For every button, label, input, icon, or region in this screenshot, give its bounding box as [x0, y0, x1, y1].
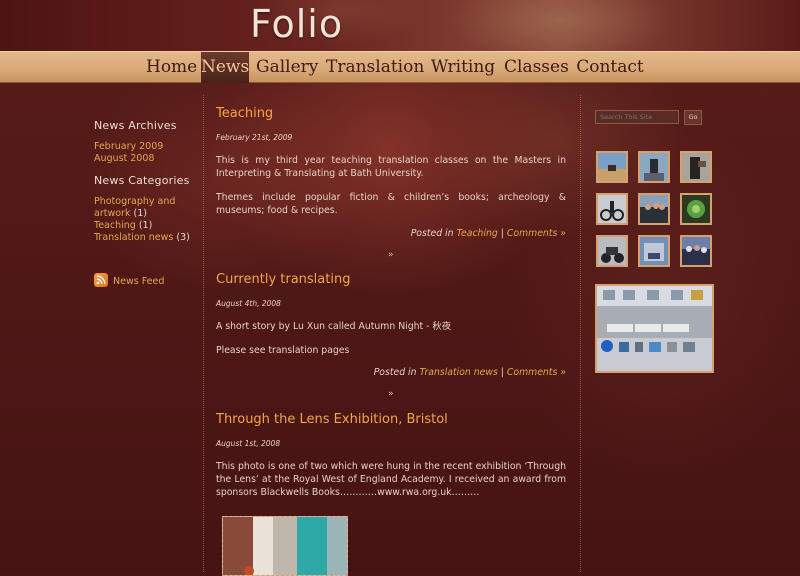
gallery-thumb[interactable] — [596, 235, 628, 267]
nav-home[interactable]: Home — [146, 52, 197, 83]
post-date: February 21st, 2009 — [216, 133, 293, 142]
nav-contact[interactable]: Contact — [572, 52, 648, 83]
nav-gallery[interactable]: Gallery — [256, 52, 318, 83]
posted-in-label: Posted in — [410, 228, 454, 239]
post-meta: Posted in Translation news | Comments » — [374, 367, 566, 378]
category-link-teaching[interactable]: Teaching — [94, 220, 136, 231]
gallery-thumb[interactable] — [680, 235, 712, 267]
post-date: August 1st, 2008 — [216, 439, 281, 448]
gallery-thumb[interactable] — [680, 193, 712, 225]
post-paragraph: A short story by Lu Xun called Autumn Ni… — [216, 321, 452, 332]
category-photography-line2[interactable]: artwork (1) — [94, 208, 147, 219]
nav-translation[interactable]: Translation — [326, 52, 424, 83]
categories-heading: News Categories — [94, 174, 190, 187]
search-go-button[interactable]: Go — [684, 110, 702, 125]
gallery-thumb[interactable] — [596, 193, 628, 225]
rss-feed-icon[interactable] — [94, 273, 108, 287]
meta-divider: | — [500, 367, 504, 378]
gallery-thumb[interactable] — [638, 193, 670, 225]
category-count: (1) — [138, 220, 153, 231]
post-category-link[interactable]: Translation news — [420, 367, 498, 378]
category-count: (3) — [176, 232, 190, 243]
post-separator: » — [388, 250, 394, 260]
category-count: (1) — [133, 208, 147, 219]
comments-link[interactable]: Comments » — [507, 228, 566, 239]
comments-link[interactable]: Comments » — [507, 367, 566, 378]
right-column-divider — [580, 95, 581, 572]
site-header: Folio — [0, 0, 800, 51]
gallery-thumb[interactable] — [596, 151, 628, 183]
post-category-link[interactable]: Teaching — [457, 228, 498, 239]
category-teaching-row[interactable]: Teaching (1) — [94, 220, 152, 231]
post-paragraph: Please see translation pages — [216, 345, 350, 356]
post-title-teaching[interactable]: Teaching — [216, 106, 273, 121]
nav-classes[interactable]: Classes — [504, 52, 569, 83]
post-separator: » — [388, 389, 394, 399]
search-input[interactable] — [595, 110, 679, 124]
left-column-divider — [203, 95, 204, 572]
gallery-thumb[interactable] — [680, 151, 712, 183]
category-link-photography[interactable]: Photography and — [94, 196, 175, 207]
nav-news[interactable]: News — [201, 52, 249, 83]
news-feed-link[interactable]: News Feed — [113, 276, 164, 287]
category-link-photography-cont[interactable]: artwork — [94, 208, 130, 219]
post-paragraph: This photo is one of two which were hung… — [216, 461, 566, 498]
posted-in-label: Posted in — [373, 367, 417, 378]
desktop-screenshot-image[interactable] — [595, 284, 714, 373]
archive-link-aug-2008[interactable]: August 2008 — [94, 153, 154, 164]
archives-heading: News Archives — [94, 119, 177, 132]
nav-writing[interactable]: Writing — [430, 52, 496, 83]
post-paragraph: This is my third year teaching translati… — [216, 155, 566, 179]
gallery-thumb[interactable] — [638, 151, 670, 183]
gallery-thumb[interactable] — [638, 235, 670, 267]
post-meta: Posted in Teaching | Comments » — [411, 228, 566, 239]
exhibition-photo[interactable] — [222, 516, 348, 576]
post-date: August 4th, 2008 — [216, 299, 281, 308]
main-nav: Home News Gallery Translation Writing Cl… — [0, 51, 800, 83]
category-translation-row[interactable]: Translation news (3) — [94, 232, 190, 243]
meta-divider: | — [500, 228, 504, 239]
post-title-through-the-lens[interactable]: Through the Lens Exhibition, Bristol — [216, 412, 448, 427]
category-link-translation-news[interactable]: Translation news — [94, 232, 173, 243]
site-logo[interactable]: Folio — [250, 2, 343, 46]
archive-link-feb-2009[interactable]: February 2009 — [94, 141, 163, 152]
post-paragraph: Themes include popular fiction & childre… — [216, 192, 566, 216]
post-title-currently-translating[interactable]: Currently translating — [216, 272, 350, 287]
